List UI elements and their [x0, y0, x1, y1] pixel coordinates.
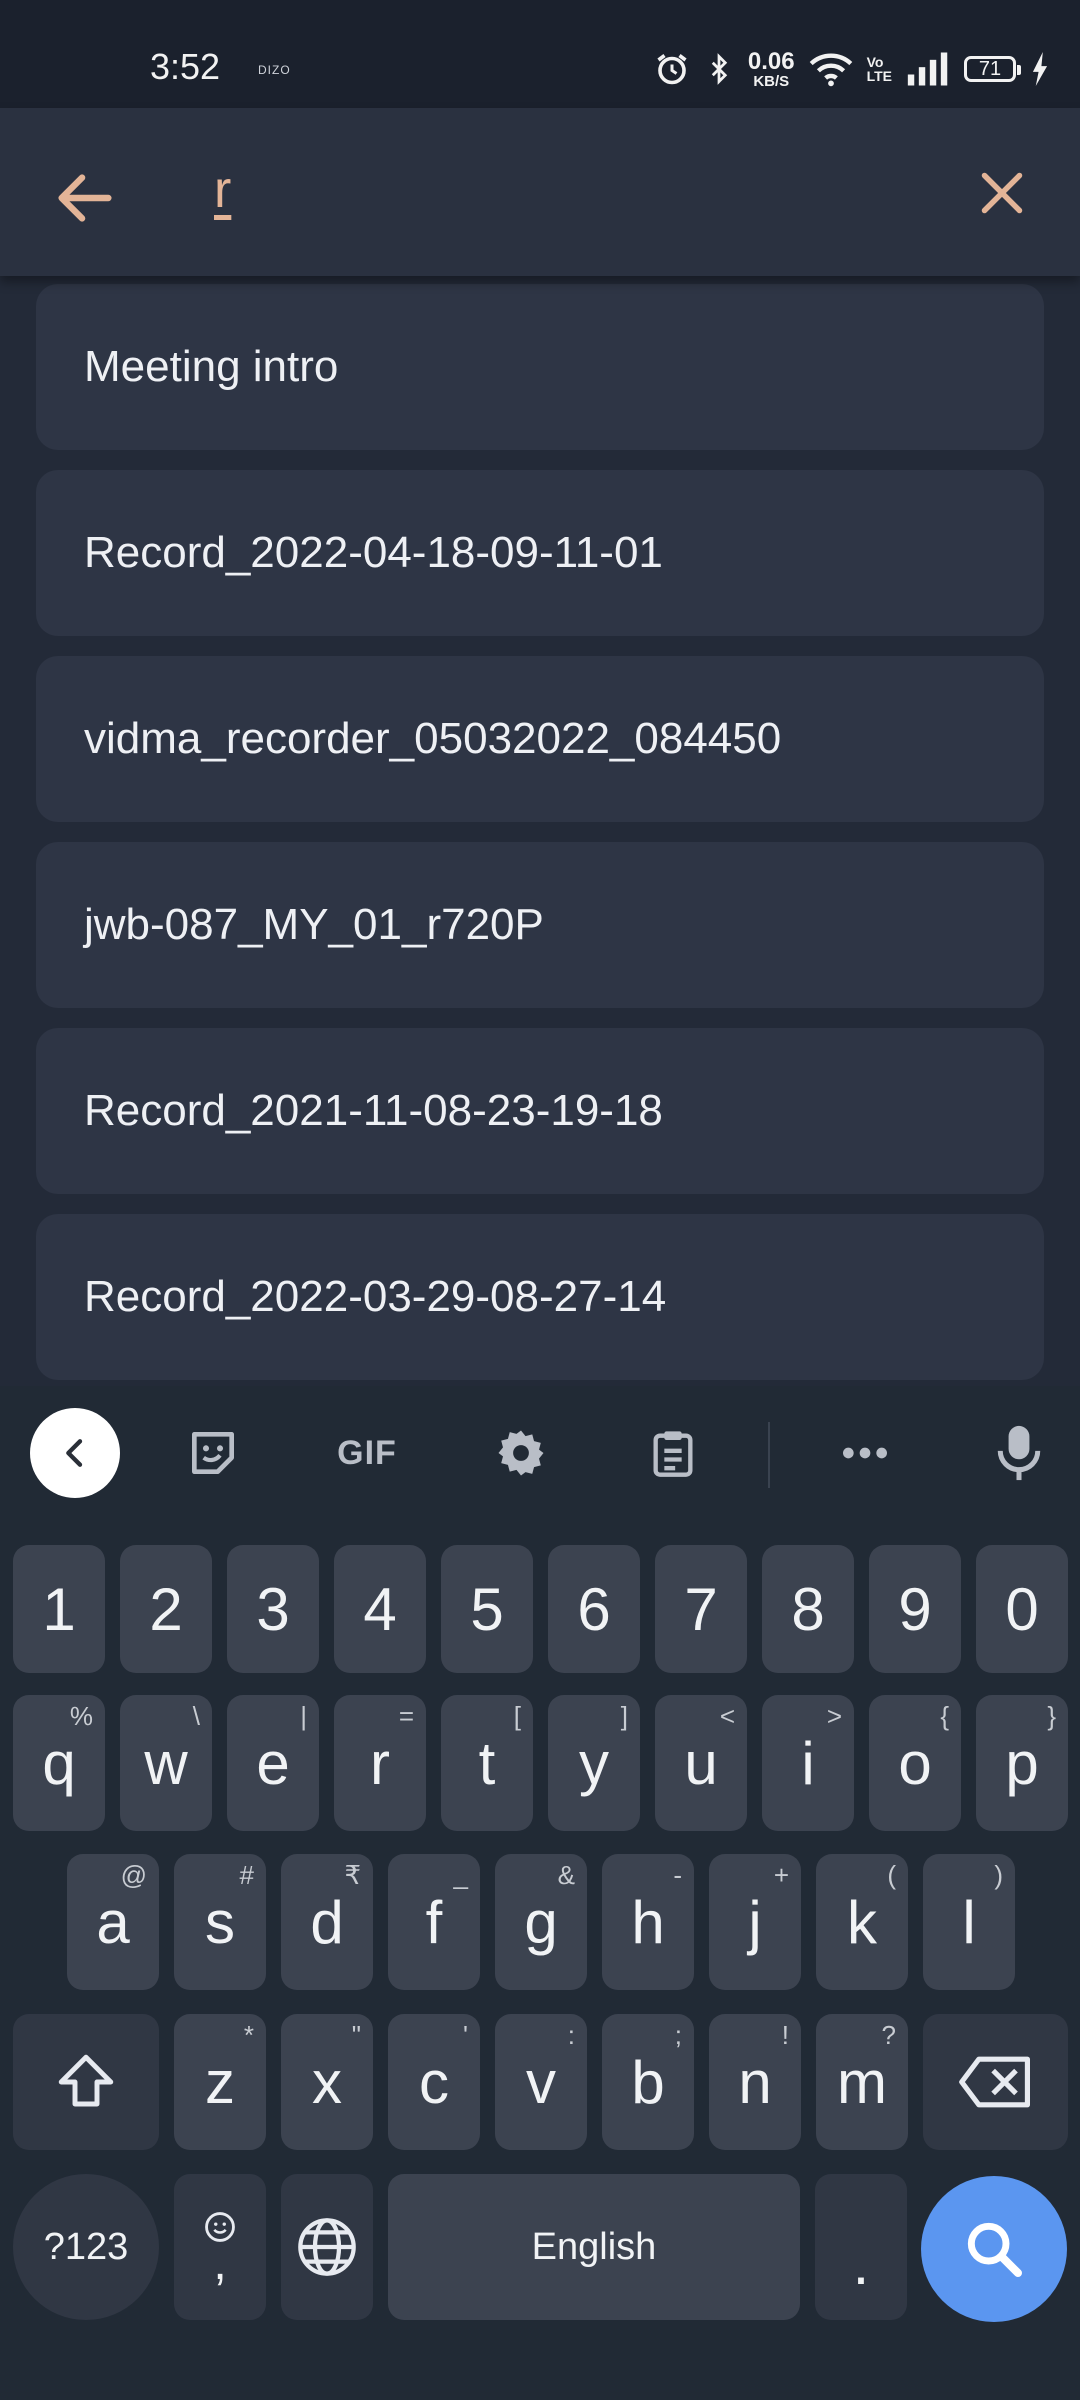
backspace-key[interactable]	[923, 2014, 1068, 2150]
key-g[interactable]: g &	[495, 1854, 587, 1990]
alarm-icon	[657, 54, 687, 85]
battery-indicator: 71	[964, 56, 1021, 82]
more-horizontal-icon	[843, 1447, 887, 1459]
list-item[interactable]: Record_2022-04-18-09-11-01	[36, 470, 1044, 636]
key-5[interactable]: 5	[441, 1545, 533, 1673]
key-9[interactable]: 9	[869, 1545, 961, 1673]
key-6[interactable]: 6	[548, 1545, 640, 1673]
key-7[interactable]: 7	[655, 1545, 747, 1673]
keyboard: GIF 1 2 3 4 5 6 7 8 9 0 q% w \ e | r = t[ y…	[0, 1386, 1080, 2400]
clear-search-button[interactable]	[972, 163, 1032, 223]
charging-icon	[1032, 52, 1048, 86]
back-button[interactable]	[50, 163, 120, 233]
clipboard-icon	[653, 1431, 693, 1477]
key-2[interactable]: 2	[120, 1545, 212, 1673]
status-bar: 3:52 DIZO 0.06 KB/S Vo LTE 71	[0, 0, 1080, 108]
key-f[interactable]: f _	[388, 1854, 480, 1990]
list-item[interactable]: vidma_recorder_05032022_084450	[36, 656, 1044, 822]
list-item[interactable]: Record_2021-11-08-23-19-18	[36, 1028, 1044, 1194]
shift-key[interactable]	[13, 2014, 159, 2150]
backspace-icon	[958, 2056, 1030, 2108]
list-item[interactable]: jwb-087_MY_01_r720P	[36, 842, 1044, 1008]
clipboard-button[interactable]	[628, 1408, 718, 1498]
signal-icon	[907, 52, 948, 86]
key-n[interactable]: n!	[709, 2014, 801, 2150]
arrow-left-icon	[58, 174, 112, 222]
key-k[interactable]: k(	[816, 1854, 908, 1990]
key-0[interactable]: 0	[976, 1545, 1068, 1673]
chevron-left-icon	[66, 1439, 83, 1467]
search-icon	[967, 2222, 1022, 2277]
search-input[interactable]: r	[214, 160, 231, 220]
microphone-icon	[997, 1425, 1041, 1481]
search-header: r	[0, 108, 1080, 276]
network-speed: 0.06 KB/S	[747, 47, 795, 90]
key-d[interactable]: d ₹	[281, 1854, 373, 1990]
status-time: 3:52	[150, 46, 221, 87]
key-q[interactable]: q%	[13, 1695, 105, 1831]
close-icon	[981, 172, 1023, 214]
key-t[interactable]: t[	[441, 1695, 533, 1831]
space-key[interactable]: English	[388, 2174, 800, 2320]
key-a[interactable]: a @	[67, 1854, 159, 1990]
key-o[interactable]: o{	[869, 1695, 961, 1831]
key-m[interactable]: m?	[816, 2014, 908, 2150]
key-z[interactable]: z *	[174, 2014, 266, 2150]
list-item[interactable]: Record_2022-03-29-08-27-14	[36, 1214, 1044, 1380]
shift-icon	[58, 2054, 114, 2107]
voice-input-button[interactable]	[974, 1408, 1064, 1498]
key-v[interactable]: v:	[495, 2014, 587, 2150]
key-1[interactable]: 1	[13, 1545, 105, 1673]
key-r[interactable]: r =	[334, 1695, 426, 1831]
list-item[interactable]: Meeting intro	[36, 284, 1044, 450]
key-c[interactable]: c '	[388, 2014, 480, 2150]
sticker-icon	[192, 1432, 235, 1474]
period-key[interactable]: .	[815, 2174, 907, 2320]
key-8[interactable]: 8	[762, 1545, 854, 1673]
key-y[interactable]: y]	[548, 1695, 640, 1831]
key-j[interactable]: j +	[709, 1854, 801, 1990]
keyboard-settings-button[interactable]	[476, 1408, 566, 1498]
volte-indicator: Vo LTE	[866, 54, 892, 84]
key-l[interactable]: l)	[923, 1854, 1015, 1990]
toolbar-divider	[768, 1422, 770, 1488]
status-icons: 0.06 KB/S Vo LTE 71	[654, 44, 1050, 94]
wifi-icon	[809, 53, 852, 87]
key-3[interactable]: 3	[227, 1545, 319, 1673]
key-b[interactable]: b;	[602, 2014, 694, 2150]
key-s[interactable]: s #	[174, 1854, 266, 1990]
symbols-key[interactable]: ?123	[13, 2174, 159, 2320]
keyboard-toolbar: GIF	[0, 1386, 1080, 1516]
key-4[interactable]: 4	[334, 1545, 426, 1673]
gear-icon	[498, 1430, 544, 1476]
comma-key[interactable]: ,	[174, 2174, 266, 2320]
key-e[interactable]: e |	[227, 1695, 319, 1831]
globe-icon	[298, 2218, 356, 2276]
gif-button[interactable]: GIF	[322, 1408, 412, 1498]
key-w[interactable]: w \	[120, 1695, 212, 1831]
bluetooth-icon	[711, 53, 728, 85]
search-key[interactable]	[921, 2176, 1067, 2322]
key-u[interactable]: u <	[655, 1695, 747, 1831]
keyboard-collapse-button[interactable]	[30, 1408, 120, 1498]
more-options-button[interactable]	[820, 1408, 910, 1498]
search-results-list: Meeting intro Record_2022-04-18-09-11-01…	[36, 284, 1044, 1400]
key-i[interactable]: i >	[762, 1695, 854, 1831]
key-h[interactable]: h-	[602, 1854, 694, 1990]
status-carrier-label: DIZO	[258, 63, 291, 77]
key-x[interactable]: x "	[281, 2014, 373, 2150]
language-key[interactable]	[281, 2174, 373, 2320]
sticker-button[interactable]	[168, 1408, 258, 1498]
key-p[interactable]: p}	[976, 1695, 1068, 1831]
